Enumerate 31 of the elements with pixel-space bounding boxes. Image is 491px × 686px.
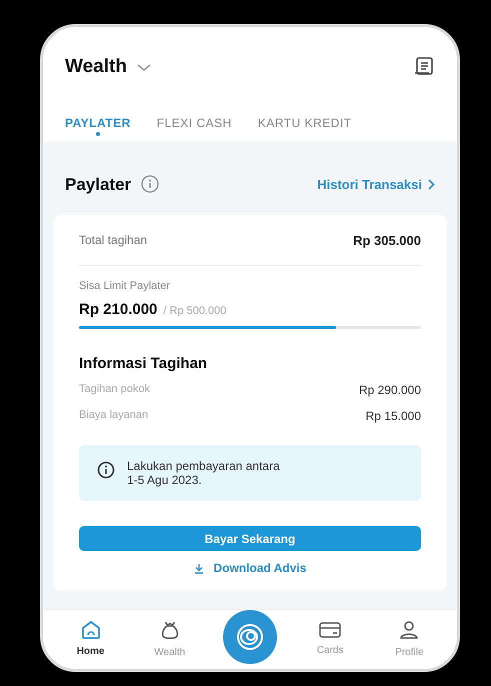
max-limit: / Rp 500.000: [163, 304, 226, 319]
nav-item[interactable]: Profile: [383, 619, 436, 660]
profile-icon: [398, 619, 420, 641]
chevron-right-icon: [428, 178, 435, 190]
page-title: Wealth: [65, 55, 127, 79]
limit-label: Sisa Limit Paylater: [79, 278, 172, 294]
fee-label: Biaya layanan: [79, 408, 148, 423]
tab[interactable]: FLEXI CASH: [156, 114, 232, 132]
chevron-down-icon[interactable]: [136, 64, 151, 72]
total-label: Total tagihan: [79, 232, 148, 249]
fee-value: Rp 290.000: [358, 382, 421, 399]
card-icon: [318, 621, 342, 639]
nav-item[interactable]: Cards: [304, 621, 356, 658]
home-icon: [80, 620, 102, 640]
fee-label: Tagihan pokok: [79, 382, 150, 397]
fee-value: Rp 15.000: [366, 408, 421, 425]
remaining-limit: Rp 210.000: [79, 300, 158, 320]
download-icon: [194, 562, 204, 574]
download-link[interactable]: Download Advis: [194, 559, 306, 577]
notice-text: Lakukan pembayaran antara 1-5 Agu 2023.: [127, 459, 280, 487]
nav-item[interactable]: Home: [64, 620, 117, 659]
center-action-button[interactable]: [222, 610, 277, 664]
section-title: Paylater: [65, 174, 132, 196]
tab[interactable]: KARTU KREDIT: [258, 114, 352, 132]
info-icon: [97, 461, 115, 479]
history-link[interactable]: Histori Transaksi: [317, 174, 435, 194]
nav-item[interactable]: Wealth: [144, 619, 196, 660]
pay-now-button[interactable]: Bayar Sekarang: [79, 526, 421, 551]
total-value: Rp 305.000: [353, 232, 421, 250]
info-icon[interactable]: [141, 175, 160, 194]
info-title: Informasi Tagihan: [79, 354, 208, 374]
